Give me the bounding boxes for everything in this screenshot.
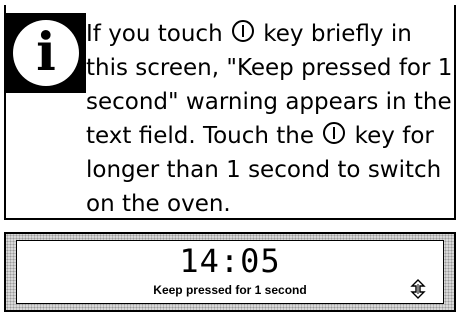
- oven-display-screen: 14:05 Keep pressed for 1 second: [16, 240, 444, 304]
- manual-page: i If you touch key briefly in this scree…: [0, 0, 460, 315]
- up-down-arrow-icon[interactable]: [409, 279, 427, 299]
- info-text: If you touch key briefly in this screen,…: [86, 17, 456, 221]
- oven-display-panel: 14:05 Keep pressed for 1 second: [4, 232, 456, 312]
- info-icon-circle: i: [13, 20, 79, 86]
- info-text-part-1: If you touch: [86, 21, 230, 47]
- clock-time: 14:05: [179, 242, 281, 280]
- info-box: i If you touch key briefly in this scree…: [4, 5, 456, 220]
- power-key-icon: [231, 20, 254, 42]
- info-icon: i: [6, 13, 86, 93]
- info-icon-letter: i: [36, 22, 56, 83]
- keep-pressed-warning: Keep pressed for 1 second: [153, 283, 307, 297]
- power-key-icon: [323, 122, 346, 144]
